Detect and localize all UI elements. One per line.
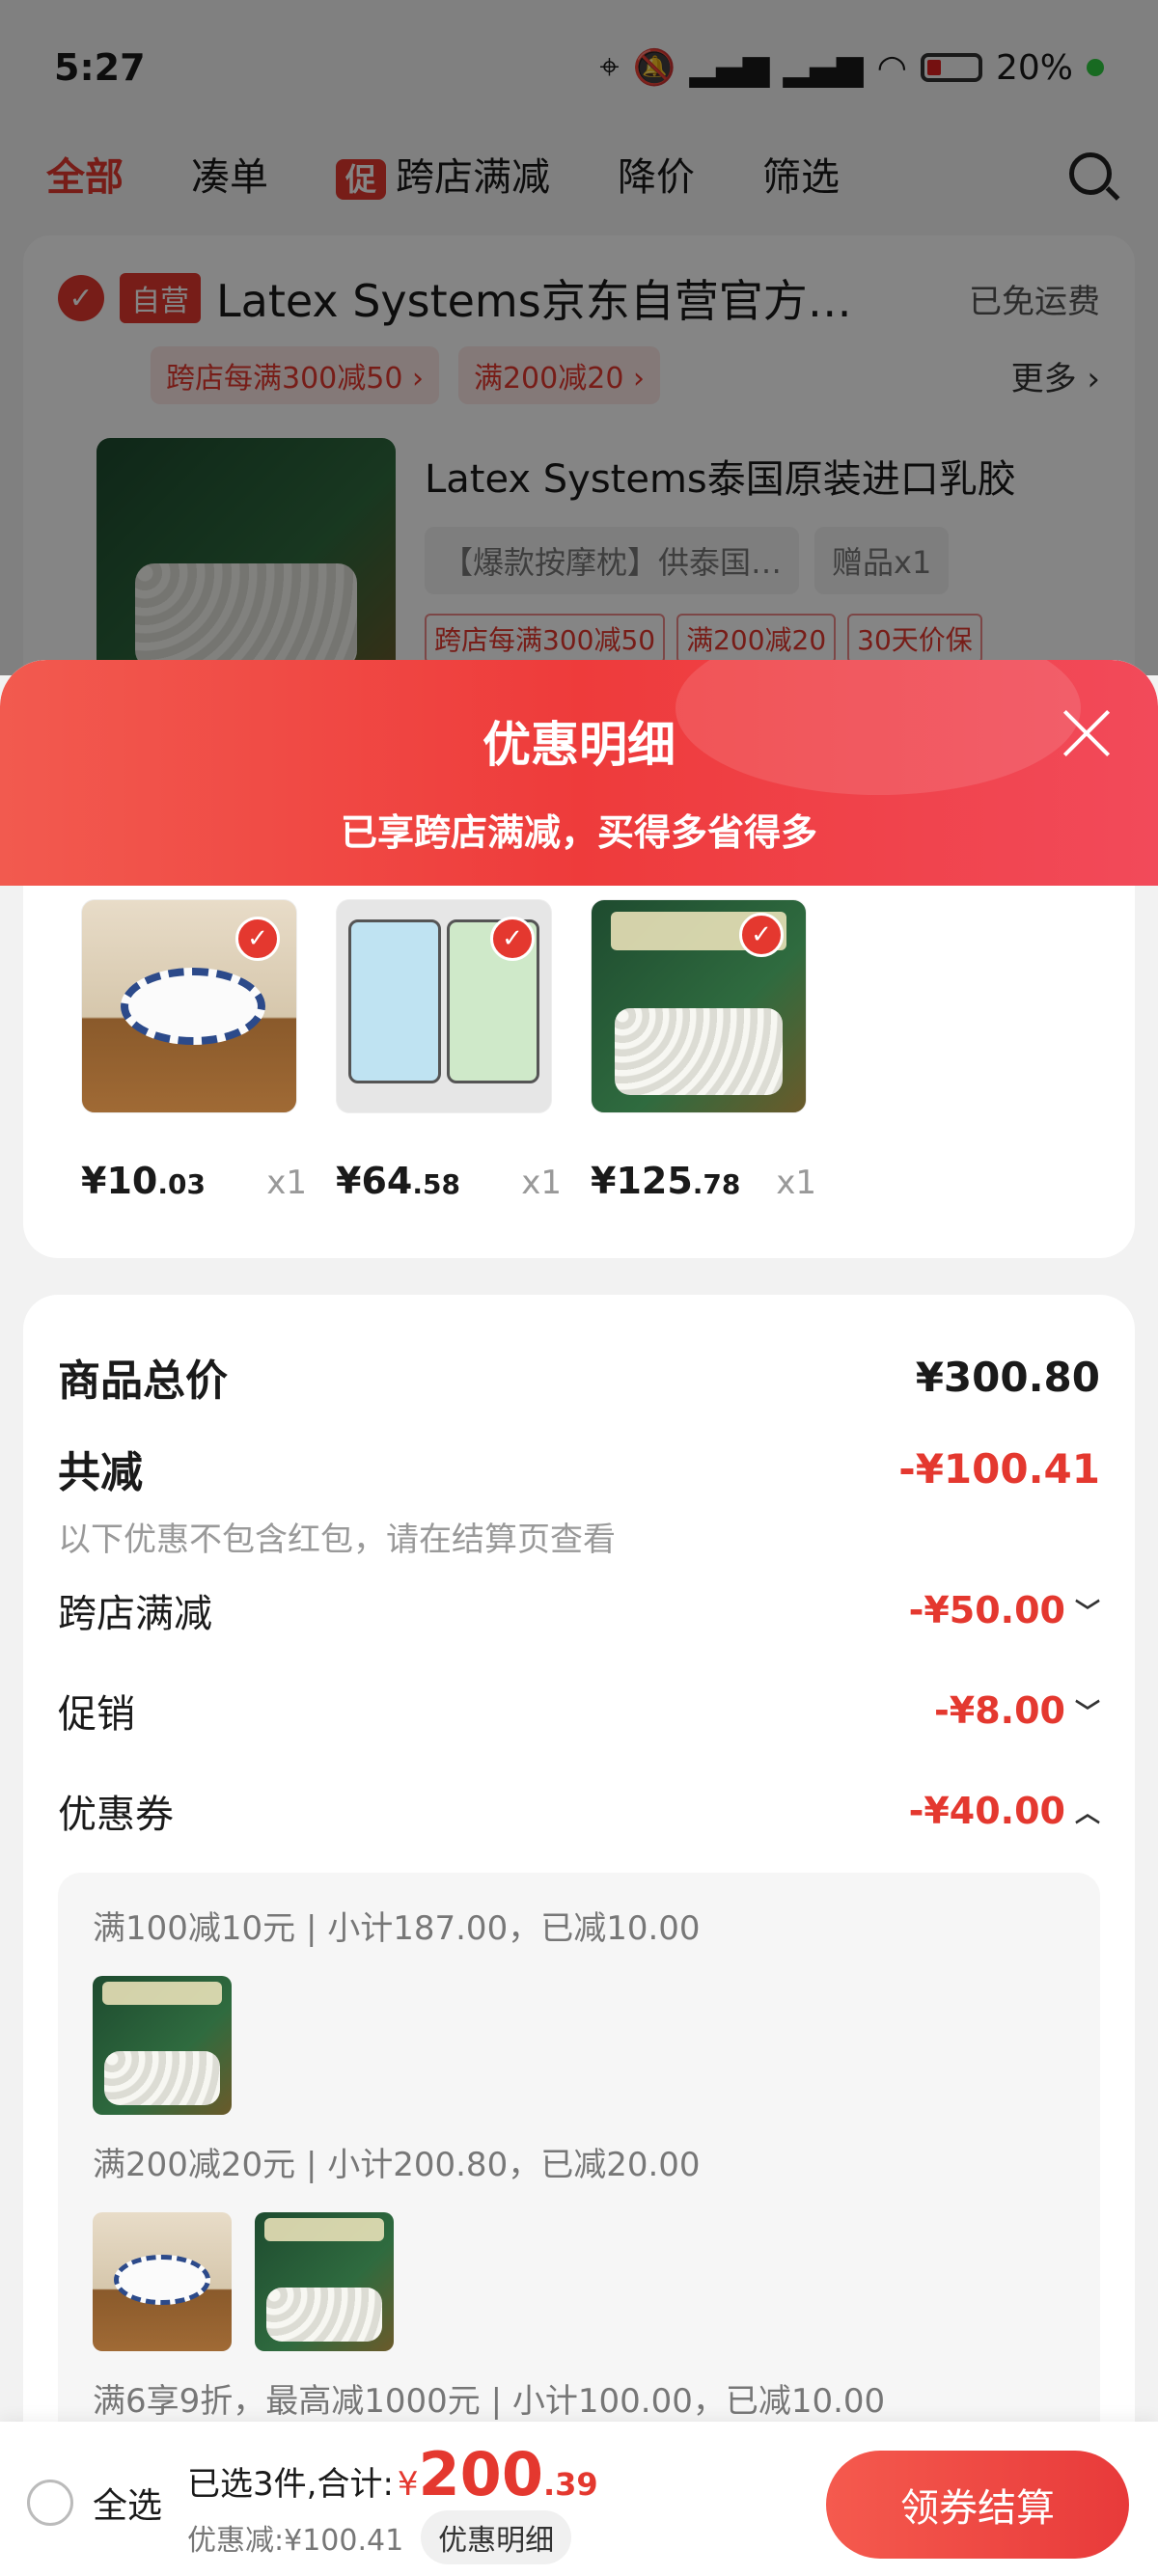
sum-line: 已选3件,合计: ¥ 200 .39 — [187, 2445, 598, 2505]
coupon-item-image — [93, 2212, 232, 2351]
item-price: ¥125.78 — [591, 1160, 741, 1202]
selected-item[interactable]: ✓ ¥64.58 x1 — [336, 899, 562, 1258]
coupon-line: 满100减10元 | 小计187.00，已减10.00 — [93, 1909, 701, 1948]
check-icon[interactable]: ✓ — [490, 917, 535, 961]
total-amount-int: 200 — [418, 2439, 543, 2509]
check-icon[interactable]: ✓ — [235, 917, 280, 961]
line-cross-store[interactable]: 跨店满减 -¥50.00 ﹀ — [58, 1560, 1100, 1660]
select-all-label: 全选 — [93, 2486, 163, 2526]
dim-overlay[interactable] — [0, 0, 1158, 675]
item-qty: x1 — [776, 1164, 816, 1202]
discount-detail-button[interactable]: 优惠明细 — [421, 2510, 572, 2564]
line-label: 促销 — [58, 1692, 135, 1737]
sub-line: 优惠减:¥100.41 优惠明细 — [187, 2510, 598, 2564]
total-amount-dec: .39 — [542, 2466, 598, 2503]
currency-symbol: ¥ — [397, 2465, 419, 2504]
selected-item[interactable]: ✓ ¥10.03 x1 — [81, 899, 307, 1258]
discount-amount: 优惠减:¥100.41 — [187, 2524, 404, 2558]
radio-unchecked-icon[interactable] — [27, 2480, 73, 2526]
item-price: ¥10.03 — [81, 1160, 206, 1202]
sheet-title: 优惠明细 — [482, 717, 676, 773]
chevron-down-icon: ﹀ — [1074, 1598, 1100, 1628]
line-value: -¥50.00 ﹀ — [908, 1589, 1100, 1631]
coupon-item-image — [255, 2212, 394, 2351]
coupon-items — [93, 1976, 1065, 2115]
checkout-bar: 全选 已选3件,合计: ¥ 200 .39 优惠减:¥100.41 优惠明细 领… — [0, 2422, 1158, 2576]
selected-items: ✓ ¥10.03 x1 ✓ ¥64.58 x1 ✓ ¥125.78 x1 — [23, 886, 1135, 1258]
line-value: -¥8.00 ﹀ — [934, 1689, 1100, 1732]
reduce-value: -¥100.41 — [898, 1444, 1100, 1493]
total-row: 商品总价 ¥300.80 — [58, 1324, 1100, 1430]
total-label: 商品总价 — [58, 1357, 228, 1406]
check-icon[interactable]: ✓ — [739, 913, 784, 957]
select-all[interactable]: 全选 — [27, 2478, 162, 2528]
order-summary: 已选3件,合计: ¥ 200 .39 优惠减:¥100.41 优惠明细 — [187, 2445, 598, 2564]
close-icon[interactable] — [1060, 706, 1114, 760]
item-qty: x1 — [266, 1164, 307, 1202]
coupon-item-image — [93, 1976, 232, 2115]
line-label: 跨店满减 — [58, 1592, 212, 1636]
chevron-up-icon: ︿ — [1074, 1798, 1100, 1828]
coupon-details: 满100减10元 | 小计187.00，已减10.00 满200减20元 | 小… — [58, 1873, 1100, 2471]
sheet-header: 优惠明细 已享跨店满减，买得多省得多 — [0, 660, 1158, 886]
coupon-items — [93, 2212, 1065, 2351]
coupon-line: 满200减20元 | 小计200.80，已减20.00 — [93, 2146, 701, 2184]
discount-detail-sheet: 优惠明细 已享跨店满减，买得多省得多 ✓ ¥10.03 x1 ✓ ¥64.58 … — [0, 660, 1158, 2576]
chevron-down-icon: ﹀ — [1074, 1698, 1100, 1728]
item-qty: x1 — [521, 1164, 562, 1202]
line-promotion[interactable]: 促销 -¥8.00 ﹀ — [58, 1660, 1100, 1761]
selected-count-label: 已选3件,合计: — [187, 2465, 394, 2504]
reduce-row: 共减 -¥100.41 — [58, 1438, 1100, 1499]
line-label: 优惠券 — [58, 1793, 174, 1837]
item-price: ¥64.58 — [336, 1160, 460, 1202]
price-breakdown-card: 商品总价 ¥300.80 共减 -¥100.41 以下优惠不包含红包，请在结算页… — [23, 1295, 1135, 2568]
checkout-button[interactable]: 领券结算 — [826, 2451, 1129, 2559]
sheet-subtitle: 已享跨店满减，买得多省得多 — [340, 811, 817, 854]
reduce-label: 共减 — [58, 1448, 143, 1497]
line-value: -¥40.00 ︿ — [908, 1790, 1100, 1832]
total-value: ¥300.80 — [915, 1353, 1100, 1401]
coupon-line: 满6享9折，最高减1000元 | 小计100.00，已减10.00 — [93, 2382, 886, 2421]
discount-note: 以下优惠不包含红包，请在结算页查看 — [58, 1521, 616, 1559]
selected-item[interactable]: ✓ ¥125.78 x1 — [591, 899, 816, 1258]
line-coupon[interactable]: 优惠券 -¥40.00 ︿ — [58, 1761, 1100, 1861]
